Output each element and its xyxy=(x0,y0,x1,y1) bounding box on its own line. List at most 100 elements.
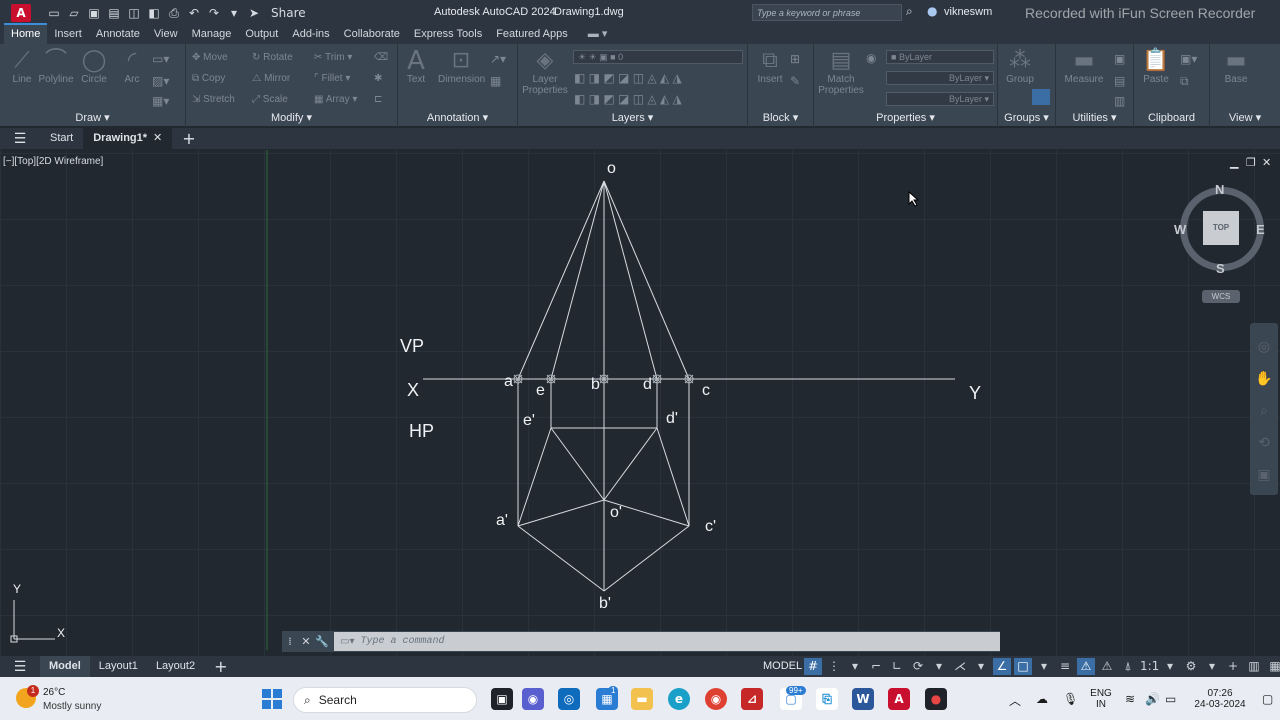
osnap-dropdown-icon[interactable]: ▾ xyxy=(1035,658,1053,675)
insert-tool[interactable]: ⧉ Insert xyxy=(748,48,792,85)
grid-icon[interactable]: # xyxy=(804,658,822,675)
linetype-dropdown[interactable]: ByLayer ▾ xyxy=(886,71,994,85)
help-search-input[interactable]: Type a keyword or phrase xyxy=(752,4,902,21)
user-name[interactable]: vikneswm xyxy=(944,6,992,18)
paste-tool[interactable]: 📋 Paste xyxy=(1134,48,1178,85)
rotate-tool[interactable]: ↻ Rotate xyxy=(252,52,293,63)
command-close-icon[interactable]: ✕ xyxy=(298,635,314,648)
tab-insert[interactable]: Insert xyxy=(47,25,89,44)
pdf-reader-icon[interactable]: ⊿ xyxy=(741,688,763,710)
object-snap-icon[interactable]: □ xyxy=(1014,658,1032,675)
cloud-icon[interactable]: ☁ xyxy=(1036,692,1048,706)
app-icon-link[interactable]: ⎘ xyxy=(816,688,838,710)
stretch-tool[interactable]: ⇲ Stretch xyxy=(192,94,235,105)
snap-dropdown-icon[interactable]: ▾ xyxy=(846,658,864,675)
new-tab-icon[interactable]: + xyxy=(172,129,205,148)
tab-express-tools[interactable]: Express Tools xyxy=(407,25,489,44)
utility-icon-1[interactable]: ▣ xyxy=(1114,52,1125,66)
share-icon[interactable]: ➤ xyxy=(245,5,263,21)
layer-tools-row-1[interactable]: ◧ ◨ ◩ ◪ ◫ ◬ ◭ ◮ xyxy=(574,71,682,85)
volume-icon[interactable]: 🔊 xyxy=(1145,692,1160,706)
windows-start-icon[interactable] xyxy=(262,689,282,709)
block-panel-label[interactable]: Block ▾ xyxy=(748,111,813,124)
tab-add-ins[interactable]: Add-ins xyxy=(285,25,336,44)
redo-icon[interactable]: ↷ xyxy=(205,5,223,21)
explode-icon[interactable]: ✱ xyxy=(374,73,382,84)
microphone-icon[interactable]: 🎙 xyxy=(1063,692,1078,706)
weather-temperature[interactable]: 26°C xyxy=(43,687,65,698)
annotation-visibility-icon[interactable]: ⚠ xyxy=(1077,658,1095,675)
tab-start[interactable]: Start xyxy=(40,128,83,149)
layer-tools-row-2[interactable]: ◧ ◨ ◩ ◪ ◫ ◬ ◭ ◮ xyxy=(574,92,682,106)
wifi-icon[interactable]: ≋ xyxy=(1125,692,1135,706)
save-icon[interactable]: ▣ xyxy=(85,5,103,21)
wcs-menu[interactable]: WCS xyxy=(1202,290,1240,303)
tab-model[interactable]: Model xyxy=(40,656,90,677)
view-panel-label[interactable]: View ▾ xyxy=(1210,111,1280,124)
quick-properties-icon[interactable]: ▦ xyxy=(1266,658,1280,675)
ortho-icon[interactable]: ∟ xyxy=(888,658,906,675)
draw-panel-label[interactable]: Draw ▾ xyxy=(0,111,185,124)
create-block-icon[interactable]: ⊞ xyxy=(790,52,800,66)
model-space-button[interactable]: MODEL xyxy=(763,660,802,672)
lineweight-dropdown[interactable]: ByLayer ▾ xyxy=(886,92,994,106)
annotation-scale-icon[interactable]: ⍋ xyxy=(1119,658,1137,675)
file-explorer-icon[interactable]: ▬ xyxy=(631,688,653,710)
clock[interactable]: 07:26 24-03-2024 xyxy=(1190,688,1250,710)
screen-recorder-icon[interactable]: ● xyxy=(925,688,947,710)
utilities-panel-label[interactable]: Utilities ▾ xyxy=(1056,111,1133,124)
infer-icon[interactable]: ⌐ xyxy=(867,658,885,675)
ribbon-minimize-icon[interactable]: ▬ ▾ xyxy=(581,24,615,44)
annotation-panel-label[interactable]: Annotation ▾ xyxy=(398,111,517,124)
orbit-icon[interactable]: ⟲ xyxy=(1250,435,1278,451)
offset-icon[interactable]: ⊏ xyxy=(374,94,382,105)
compass-north[interactable]: N xyxy=(1215,182,1224,197)
print-icon[interactable]: ⎙ xyxy=(165,5,183,21)
annotation-monitor-icon[interactable]: + xyxy=(1224,658,1242,675)
workspace-dropdown-icon[interactable]: ▾ xyxy=(1203,658,1221,675)
group-tool[interactable]: ⁂ Group xyxy=(998,48,1042,85)
add-layout-icon[interactable]: + xyxy=(204,657,237,676)
lineweight-icon[interactable]: ≡ xyxy=(1056,658,1074,675)
chrome-icon[interactable]: ◉ xyxy=(705,688,727,710)
autocad-app-button[interactable]: A xyxy=(11,3,31,22)
clipboard-panel-label[interactable]: Clipboard xyxy=(1134,112,1209,124)
steering-wheel-icon[interactable]: ◎ xyxy=(1250,339,1278,355)
compass-east[interactable]: E xyxy=(1256,222,1265,237)
task-view-icon[interactable]: ▣ xyxy=(491,688,513,710)
tab-layout2[interactable]: Layout2 xyxy=(147,656,204,677)
groups-panel-label[interactable]: Groups ▾ xyxy=(998,111,1055,124)
polar-dropdown-icon[interactable]: ▾ xyxy=(930,658,948,675)
taskbar-search[interactable]: ⌕ Search xyxy=(293,687,477,713)
save-web-icon[interactable]: ◧ xyxy=(145,5,163,21)
units-icon[interactable]: ▥ xyxy=(1245,658,1263,675)
tab-manage[interactable]: Manage xyxy=(185,25,239,44)
viewcube-top-face[interactable]: TOP xyxy=(1203,211,1239,245)
workspace-gear-icon[interactable]: ⚙ xyxy=(1182,658,1200,675)
layers-panel-label[interactable]: Layers ▾ xyxy=(518,111,747,124)
rectangle-icon[interactable]: ▭▾ xyxy=(152,52,169,66)
boundary-icon[interactable]: ▦▾ xyxy=(152,94,169,108)
autocad-taskbar-icon[interactable]: A xyxy=(888,688,910,710)
command-grip-icon[interactable]: ⁞ xyxy=(282,635,298,648)
iso-dropdown-icon[interactable]: ▾ xyxy=(972,658,990,675)
language-indicator[interactable]: ENG IN xyxy=(1089,688,1113,710)
trim-tool[interactable]: ✂ Trim ▾ xyxy=(314,52,352,63)
zoom-icon[interactable]: ⌕ xyxy=(1250,403,1278,419)
calculator-icon[interactable]: ▥ xyxy=(1114,94,1125,108)
tab-output[interactable]: Output xyxy=(238,25,285,44)
showmotion-icon[interactable]: ▣ xyxy=(1250,467,1278,483)
layer-dropdown[interactable]: ☀ ☀ ▣ ■ 0 xyxy=(573,50,743,64)
word-icon[interactable]: W xyxy=(852,688,874,710)
close-icon[interactable]: ✕ xyxy=(153,132,162,144)
modify-panel-label[interactable]: Modify ▾ xyxy=(186,111,397,124)
open-web-icon[interactable]: ◫ xyxy=(125,5,143,21)
notifications-icon[interactable]: ▢ xyxy=(1262,692,1273,706)
group-select-icon[interactable] xyxy=(1032,89,1050,105)
dimension-tool[interactable]: ⊡ Dimension xyxy=(438,48,485,85)
weather-condition[interactable]: Mostly sunny xyxy=(43,701,101,712)
tab-layout1[interactable]: Layout1 xyxy=(90,656,147,677)
scale-tool[interactable]: ⤢ Scale xyxy=(252,94,288,105)
object-snap-tracking-icon[interactable]: ∠ xyxy=(993,658,1011,675)
table-icon[interactable]: ▦ xyxy=(490,74,501,88)
